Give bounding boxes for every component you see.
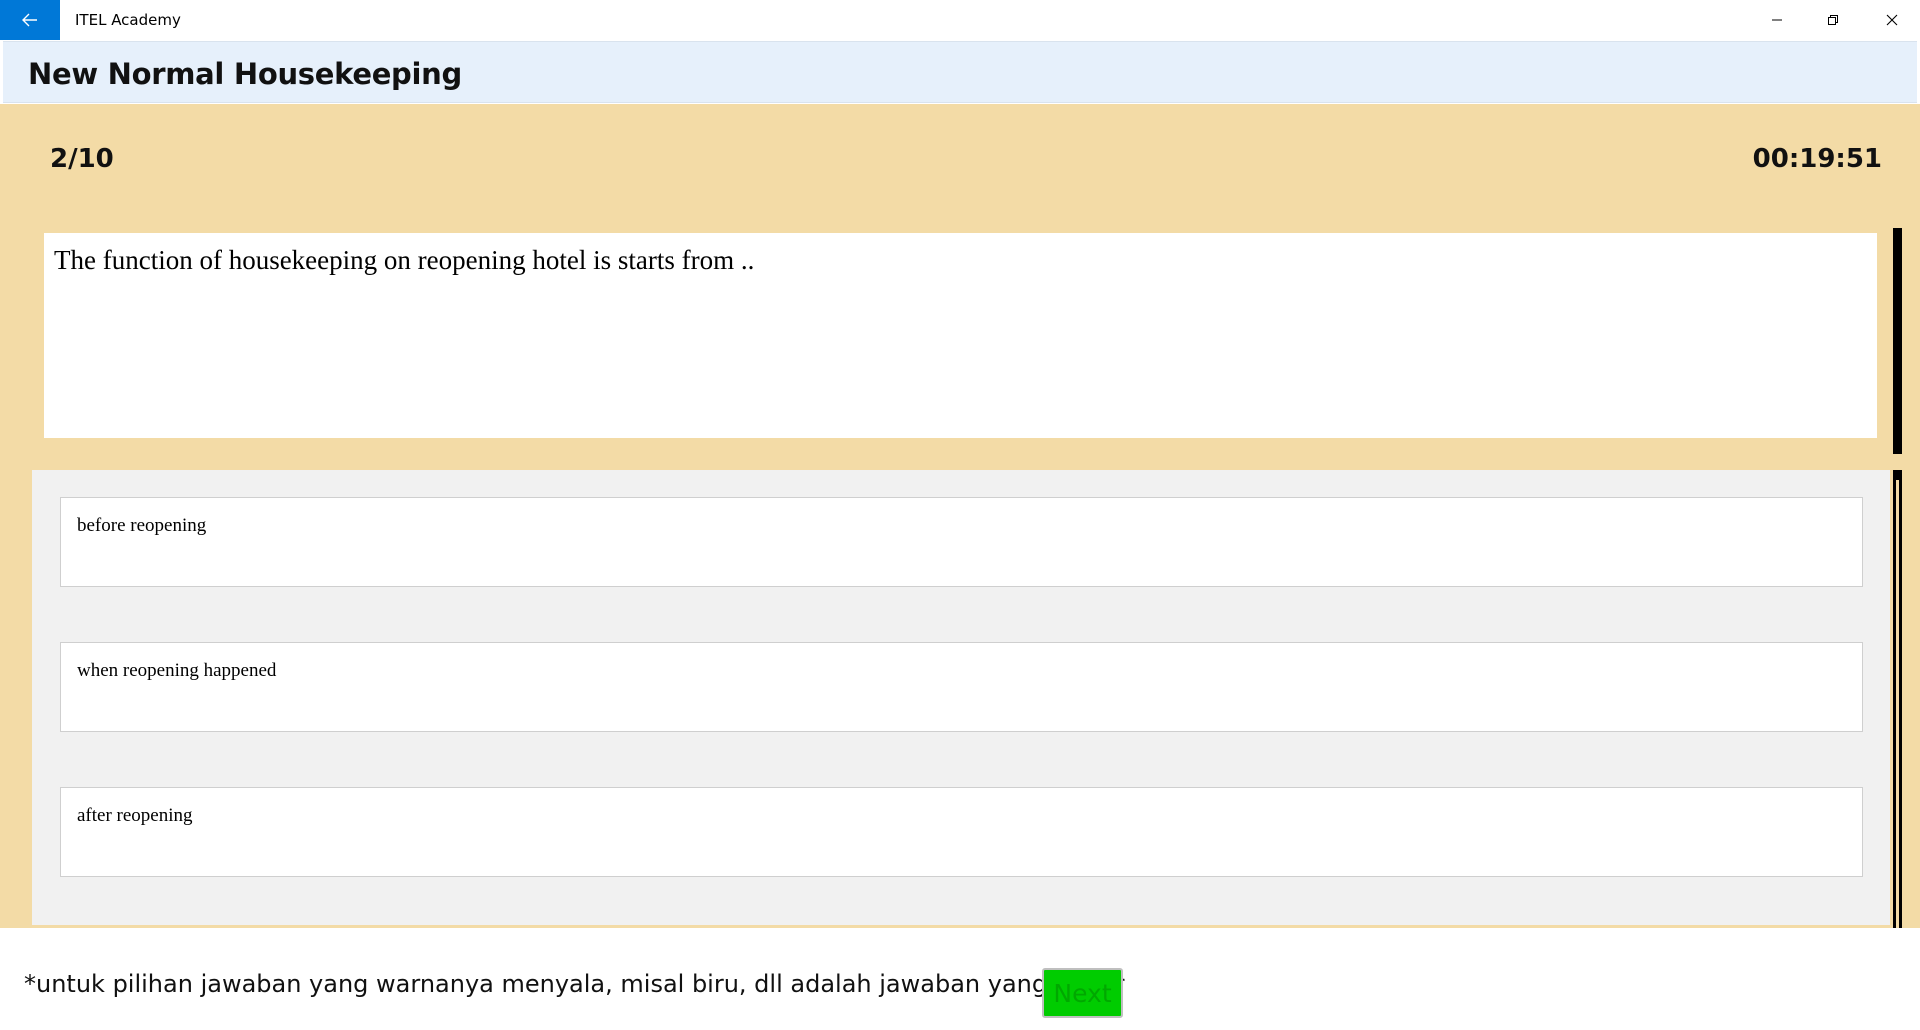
close-button[interactable]: [1864, 0, 1920, 40]
title-bar: ITEL Academy: [0, 0, 1920, 40]
minimize-icon: [1772, 19, 1782, 21]
countdown-timer: 00:19:51: [1752, 144, 1882, 174]
answer-label: after reopening: [77, 805, 193, 826]
footer: *untuk pilihan jawaban yang warnanya men…: [0, 928, 1920, 1030]
back-button[interactable]: [0, 0, 60, 40]
close-icon: [1886, 14, 1898, 26]
question-box: The function of housekeeping on reopenin…: [44, 233, 1877, 438]
answer-option[interactable]: when reopening happened: [60, 642, 1863, 732]
answer-option[interactable]: after reopening: [60, 787, 1863, 877]
next-button[interactable]: Next: [1042, 968, 1123, 1018]
arrow-left-icon: [22, 13, 37, 27]
question-progress: 2/10: [50, 144, 114, 174]
page-header: New Normal Housekeeping: [3, 41, 1917, 103]
page-title: New Normal Housekeeping: [28, 57, 462, 91]
question-text: The function of housekeeping on reopenin…: [54, 245, 755, 275]
restore-icon: [1828, 15, 1838, 25]
restore-button[interactable]: [1805, 0, 1861, 40]
answer-label: when reopening happened: [77, 660, 277, 681]
answers-panel: before reopening when reopening happened…: [32, 470, 1890, 925]
answer-hint-note: *untuk pilihan jawaban yang warnanya men…: [24, 970, 1125, 998]
app-title: ITEL Academy: [75, 11, 181, 29]
minimize-button[interactable]: [1749, 0, 1805, 40]
quiz-area: 2/10 00:19:51 The function of housekeepi…: [0, 104, 1920, 930]
answer-label: before reopening: [77, 515, 207, 536]
answer-option[interactable]: before reopening: [60, 497, 1863, 587]
question-scrollbar[interactable]: [1893, 228, 1902, 454]
answers-scrollbar-thumb[interactable]: [1896, 480, 1899, 930]
